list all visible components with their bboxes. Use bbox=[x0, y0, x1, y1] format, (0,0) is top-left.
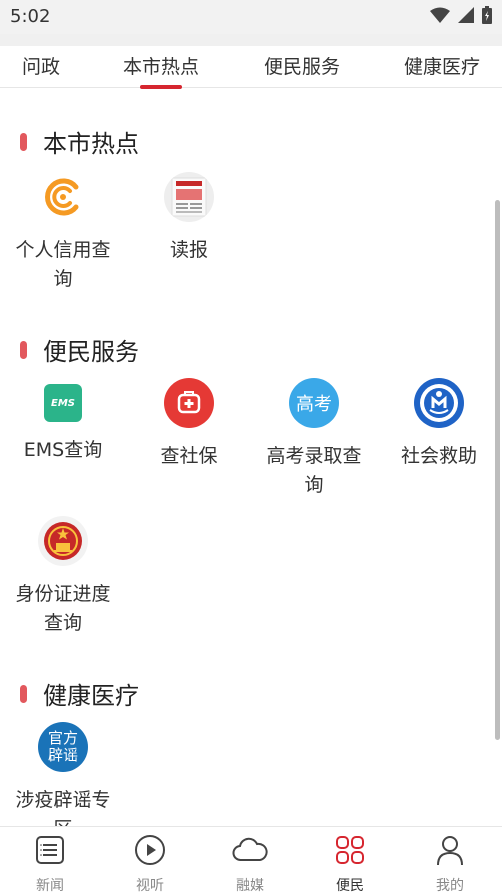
tab-hot[interactable]: 本市热点 bbox=[123, 52, 199, 79]
section-title-text: 本市热点 bbox=[43, 130, 139, 158]
rumor-icon: 官方辟谣 bbox=[38, 722, 88, 772]
nav-label: 融媒 bbox=[236, 878, 264, 894]
item-label: 高考录取查询 bbox=[266, 445, 362, 496]
section-marker bbox=[20, 684, 27, 703]
section-marker bbox=[20, 132, 27, 151]
cloud-icon bbox=[200, 833, 300, 867]
section-title-text: 健康医疗 bbox=[43, 682, 139, 710]
relief-icon bbox=[414, 378, 464, 428]
item-newspaper[interactable]: 读报 bbox=[126, 172, 252, 265]
nav-service[interactable]: 便民 bbox=[300, 833, 400, 894]
item-credit[interactable]: 个人信用查询 bbox=[0, 172, 126, 294]
play-icon bbox=[100, 833, 200, 867]
service-list: 本市热点 个人信用查询 读报 便民服务 EMS EMS查询 查社保 高考 高考录… bbox=[0, 88, 502, 826]
news-icon bbox=[0, 833, 100, 867]
nav-label: 新闻 bbox=[36, 878, 64, 894]
item-gaokao[interactable]: 高考 高考录取查询 bbox=[251, 378, 377, 500]
national-emblem-icon bbox=[38, 516, 88, 566]
category-tabs: 问政 本市热点 便民服务 健康医疗 bbox=[0, 46, 502, 88]
ems-icon: EMS bbox=[44, 384, 82, 422]
wifi-icon bbox=[430, 7, 450, 23]
tab-wenzheng[interactable]: 问政 bbox=[22, 52, 60, 79]
item-id-card[interactable]: 身份证进度查询 bbox=[0, 516, 126, 638]
item-label: 身份证进度查询 bbox=[15, 583, 111, 634]
status-time: 5:02 bbox=[10, 6, 51, 27]
status-icons bbox=[430, 6, 492, 24]
item-label: 个人信用查询 bbox=[15, 239, 111, 290]
item-shebao[interactable]: 查社保 bbox=[126, 378, 252, 471]
item-label: 查社保 bbox=[160, 445, 218, 467]
section-title-hot: 本市热点 bbox=[20, 124, 139, 159]
header-strip bbox=[0, 34, 502, 46]
grid-icon bbox=[300, 833, 400, 867]
bottom-nav: 新闻 视听 融媒 便民 我的 bbox=[0, 826, 502, 894]
person-icon bbox=[400, 833, 500, 867]
social-security-icon bbox=[164, 378, 214, 428]
status-bar: 5:02 bbox=[0, 0, 502, 34]
scrollbar[interactable] bbox=[495, 200, 500, 740]
section-title-text: 便民服务 bbox=[43, 338, 139, 366]
credit-icon bbox=[38, 172, 88, 222]
item-ems[interactable]: EMS EMS查询 bbox=[0, 378, 126, 465]
item-label: 涉疫辟谣专区 bbox=[15, 789, 111, 826]
nav-media[interactable]: 融媒 bbox=[200, 833, 300, 894]
signal-icon bbox=[458, 7, 474, 23]
tab-service[interactable]: 便民服务 bbox=[264, 52, 340, 79]
newspaper-icon bbox=[164, 172, 214, 222]
nav-profile[interactable]: 我的 bbox=[400, 833, 500, 894]
tab-health[interactable]: 健康医疗 bbox=[404, 52, 480, 79]
gaokao-icon: 高考 bbox=[289, 378, 339, 428]
item-label: EMS查询 bbox=[23, 439, 103, 461]
item-relief[interactable]: 社会救助 bbox=[376, 378, 502, 471]
nav-label: 我的 bbox=[436, 878, 464, 894]
section-title-health: 健康医疗 bbox=[20, 676, 139, 711]
battery-icon bbox=[482, 6, 492, 24]
nav-label: 便民 bbox=[336, 878, 364, 894]
section-title-service: 便民服务 bbox=[20, 332, 139, 367]
nav-video[interactable]: 视听 bbox=[100, 833, 200, 894]
item-rumor[interactable]: 官方辟谣 涉疫辟谣专区 bbox=[0, 722, 126, 826]
section-marker bbox=[20, 340, 27, 359]
item-label: 读报 bbox=[169, 239, 208, 261]
nav-label: 视听 bbox=[136, 878, 164, 894]
nav-news[interactable]: 新闻 bbox=[0, 833, 100, 894]
item-label: 社会救助 bbox=[400, 445, 477, 467]
